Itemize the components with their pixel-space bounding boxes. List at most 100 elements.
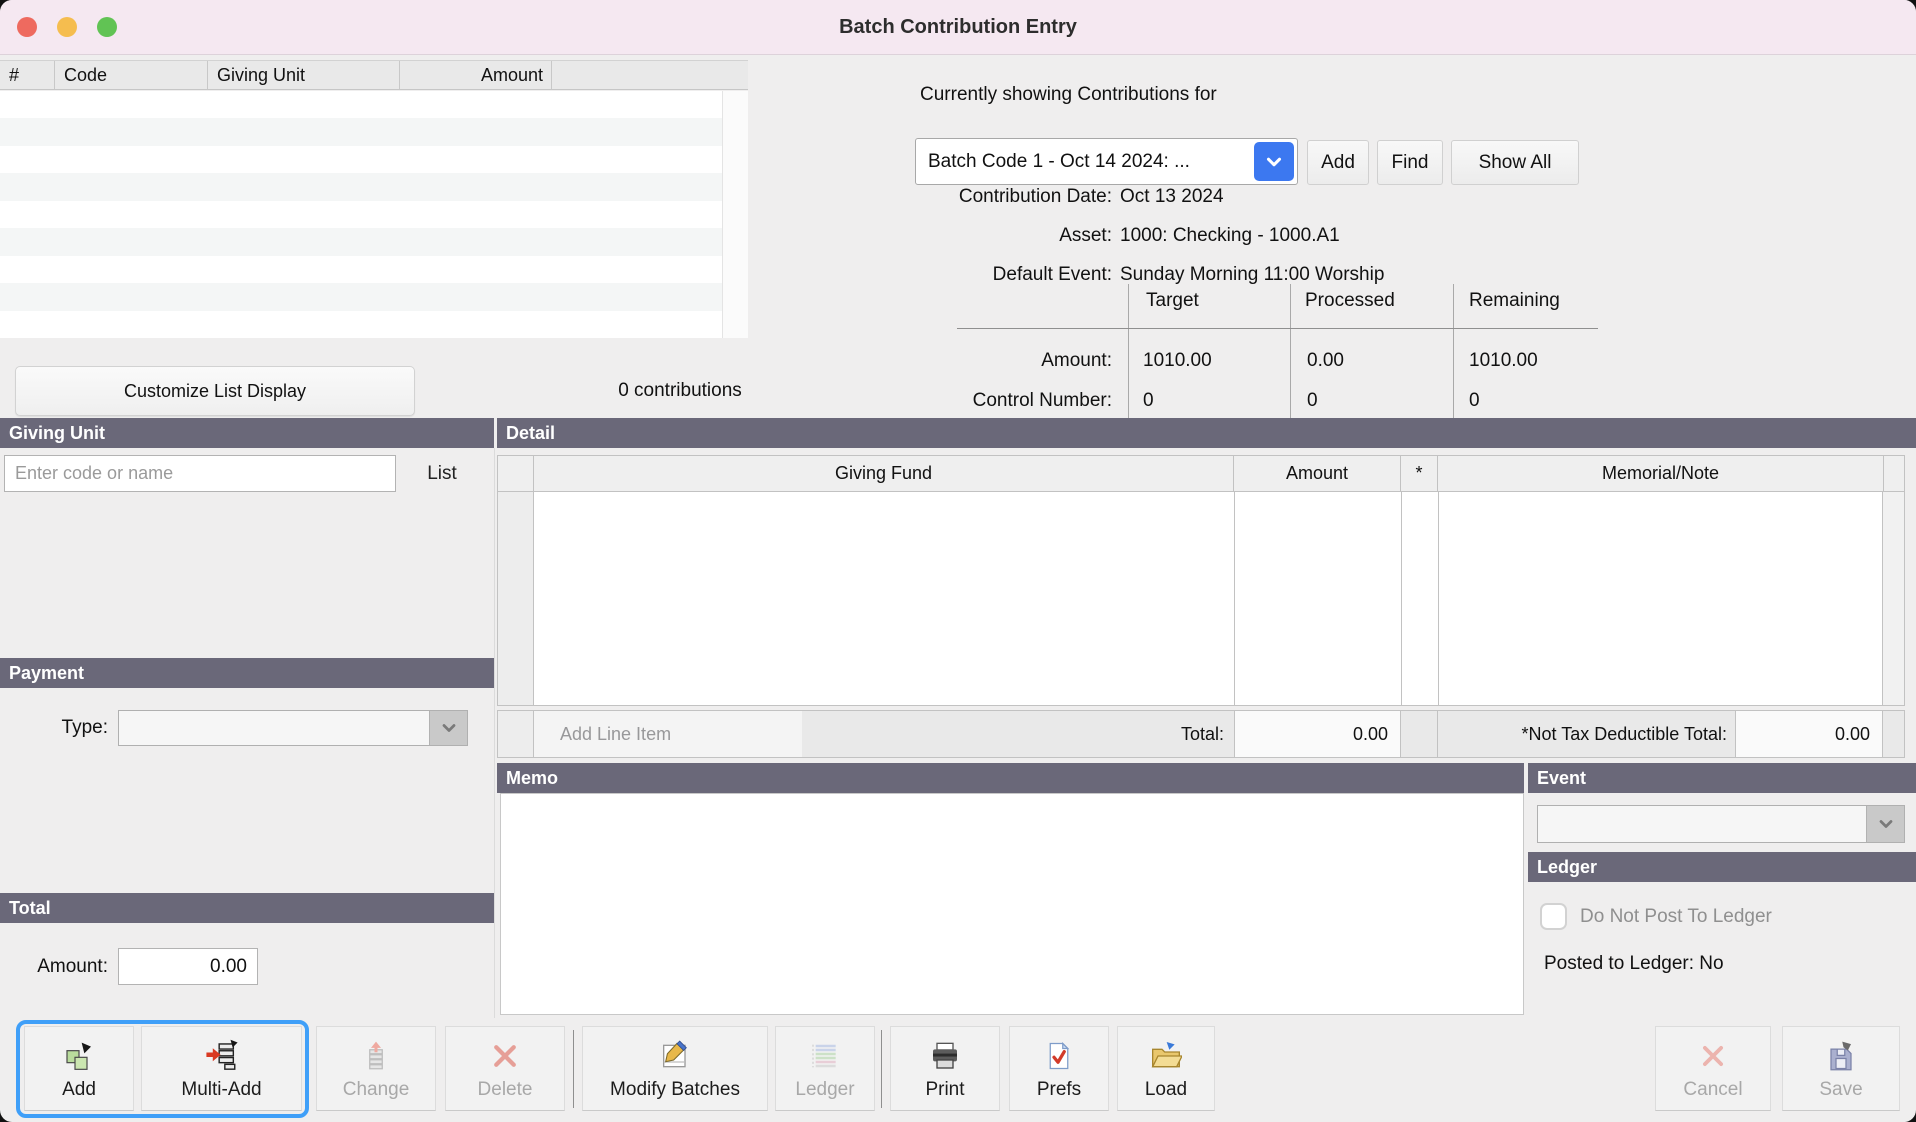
list-row — [0, 201, 722, 228]
detail-col-memorial-note: Memorial/Note — [1438, 456, 1884, 491]
event-select[interactable] — [1537, 805, 1905, 843]
panel-divider — [494, 448, 495, 1018]
chevron-down-icon[interactable] — [1866, 806, 1904, 842]
list-row — [0, 256, 722, 283]
detail-grid-endcol — [1882, 492, 1904, 705]
total-section-header: Total — [0, 893, 494, 923]
do-not-post-label: Do Not Post To Ledger — [1580, 903, 1772, 930]
contribution-date-value: Oct 13 2024 — [1120, 183, 1224, 211]
detail-col-end — [1884, 456, 1904, 491]
cancel-button[interactable]: Cancel — [1655, 1026, 1771, 1111]
ledger-icon — [809, 1038, 841, 1074]
posted-to-ledger-status: Posted to Ledger: No — [1544, 953, 1724, 975]
giving-unit-search-input[interactable] — [4, 455, 396, 492]
list-row — [0, 91, 722, 118]
asset-value: 1000: Checking - 1000.A1 — [1120, 222, 1340, 250]
add-icon — [63, 1038, 95, 1074]
detail-grid-body[interactable] — [497, 492, 1905, 706]
multi-add-icon — [205, 1038, 239, 1074]
detail-total-value: 0.00 — [1234, 711, 1401, 757]
multi-add-button[interactable]: Multi-Add — [141, 1026, 302, 1111]
list-row — [0, 118, 722, 145]
giving-unit-list-button[interactable]: List — [404, 455, 480, 492]
contribution-list-body[interactable] — [0, 91, 722, 338]
summary-col-processed: Processed — [1305, 290, 1395, 312]
titlebar: Batch Contribution Entry — [0, 0, 1916, 55]
summary-col-remaining: Remaining — [1469, 290, 1560, 312]
payment-section-header: Payment — [0, 658, 494, 688]
column-header-number[interactable]: # — [0, 61, 55, 89]
print-button[interactable]: Print — [890, 1026, 1000, 1111]
payment-type-value — [129, 711, 425, 745]
batch-add-button[interactable]: Add — [1307, 140, 1369, 185]
detail-grid-header: Giving Fund Amount * Memorial/Note — [497, 455, 1905, 492]
column-header-code[interactable]: Code — [55, 61, 208, 89]
toolbar-separator — [881, 1030, 882, 1108]
window-title: Batch Contribution Entry — [0, 0, 1916, 55]
save-icon — [1826, 1038, 1856, 1074]
change-button[interactable]: Change — [316, 1026, 436, 1111]
cancel-icon — [1698, 1038, 1728, 1074]
batch-contribution-entry-window: Batch Contribution Entry # Code Giving U… — [0, 0, 1916, 1122]
delete-button[interactable]: Delete — [445, 1026, 565, 1111]
summary-control-remaining: 0 — [1469, 390, 1480, 412]
total-amount-label: Amount: — [0, 948, 108, 985]
column-header-giving-unit[interactable]: Giving Unit — [208, 61, 400, 89]
customize-list-display-button[interactable]: Customize List Display — [15, 366, 415, 416]
list-scrollbar-track[interactable] — [722, 91, 748, 338]
batch-find-button[interactable]: Find — [1377, 140, 1443, 185]
prefs-button[interactable]: Prefs — [1009, 1026, 1109, 1111]
batch-panel-heading: Currently showing Contributions for — [920, 84, 1217, 106]
add-button[interactable]: Add — [24, 1026, 134, 1111]
not-tax-deductible-label: *Not Tax Deductible Total: — [1438, 711, 1735, 757]
chevron-down-icon[interactable] — [429, 711, 467, 745]
list-row — [0, 146, 722, 173]
detail-col-amount: Amount — [1234, 456, 1401, 491]
column-header-amount[interactable]: Amount — [400, 61, 552, 89]
memo-textarea[interactable] — [500, 793, 1524, 1015]
summary-divider — [1128, 284, 1129, 427]
summary-amount-target: 1010.00 — [1143, 350, 1212, 372]
batch-show-all-button[interactable]: Show All — [1451, 140, 1579, 185]
giving-unit-section-header: Giving Unit — [0, 418, 494, 448]
total-amount-input[interactable] — [118, 948, 258, 985]
summary-control-target: 0 — [1143, 390, 1154, 412]
payment-type-select[interactable] — [118, 710, 468, 746]
change-icon — [361, 1038, 391, 1074]
detail-footer-gutter — [498, 711, 534, 757]
detail-total-label: Total: — [802, 711, 1234, 757]
chevron-down-icon[interactable] — [1254, 142, 1294, 181]
batch-select[interactable]: Batch Code 1 - Oct 14 2024: ... — [915, 138, 1298, 185]
toolbar-ledger-button[interactable]: Ledger — [775, 1026, 875, 1111]
save-button[interactable]: Save — [1782, 1026, 1900, 1111]
add-line-item-button[interactable]: Add Line Item — [534, 711, 802, 757]
summary-amount-processed: 0.00 — [1307, 350, 1344, 372]
payment-type-label: Type: — [0, 710, 108, 746]
do-not-post-checkbox[interactable] — [1540, 903, 1567, 930]
column-header-blank — [552, 61, 748, 89]
load-icon — [1150, 1038, 1182, 1074]
detail-col-giving-fund: Giving Fund — [534, 456, 1234, 491]
prefs-icon — [1044, 1038, 1074, 1074]
ledger-section-header: Ledger — [1528, 852, 1916, 882]
contribution-list-header: # Code Giving Unit Amount — [0, 60, 748, 90]
detail-gutter-header — [498, 456, 534, 491]
summary-amount-label: Amount: — [880, 350, 1112, 372]
event-section-header: Event — [1528, 763, 1916, 793]
delete-icon — [490, 1038, 520, 1074]
toolbar-separator — [573, 1030, 574, 1108]
modify-batches-icon — [659, 1038, 691, 1074]
default-event-label: Default Event: — [860, 261, 1112, 289]
modify-batches-button[interactable]: Modify Batches — [582, 1026, 768, 1111]
list-row — [0, 311, 722, 338]
memo-section-header: Memo — [497, 763, 1524, 793]
contribution-count: 0 contributions — [560, 366, 800, 416]
summary-divider — [1290, 284, 1291, 427]
list-row — [0, 283, 722, 310]
not-tax-deductible-value: 0.00 — [1735, 711, 1883, 757]
detail-footer-end — [1883, 711, 1904, 757]
detail-gutter-column — [498, 492, 534, 705]
list-row — [0, 228, 722, 255]
load-button[interactable]: Load — [1117, 1026, 1215, 1111]
print-icon — [929, 1038, 961, 1074]
